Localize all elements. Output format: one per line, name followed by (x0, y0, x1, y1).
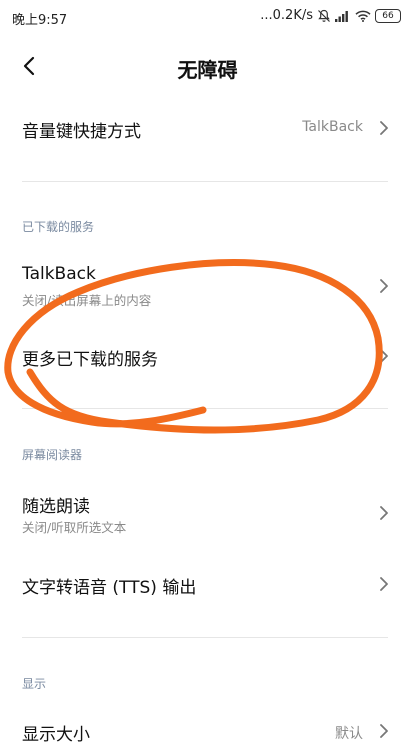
divider (22, 181, 388, 182)
network-speed: ...0.2K/s (260, 8, 313, 23)
row-subtitle: 关闭/读出屏幕上的内容 (22, 293, 152, 308)
section-header-screen-reader: 屏幕阅读器 (22, 448, 83, 462)
row-title: 音量键快捷方式 (22, 122, 141, 142)
divider (22, 408, 388, 409)
section-header-display: 显示 (22, 677, 47, 691)
signal-icon (335, 10, 348, 22)
row-title: TalkBack (22, 264, 96, 284)
status-bar: 晚上9:57 ...0.2K/s 66 (0, 0, 415, 34)
wifi-icon (355, 10, 371, 22)
divider (22, 637, 388, 638)
chevron-right-icon (380, 577, 388, 591)
page-title: 无障碍 (177, 58, 238, 82)
chevron-right-icon (380, 121, 388, 135)
chevron-right-icon (380, 279, 388, 293)
chevron-right-icon (380, 724, 388, 738)
row-title: 文字转语音 (TTS) 输出 (22, 578, 197, 598)
display-size-row[interactable]: 显示大小 默认 (0, 702, 415, 752)
row-value: TalkBack (302, 119, 363, 135)
row-subtitle: 关闭/听取所选文本 (22, 520, 127, 535)
battery-icon: 66 (375, 8, 401, 23)
row-value: 默认 (335, 726, 363, 742)
section-header-downloaded: 已下载的服务 (22, 220, 95, 234)
chevron-right-icon (380, 349, 388, 363)
tts-output-row[interactable]: 文字转语音 (TTS) 输出 (0, 556, 415, 614)
title-bar: 无障碍 (0, 40, 415, 92)
more-downloaded-services-row[interactable]: 更多已下载的服务 (0, 328, 415, 386)
row-title: 显示大小 (22, 725, 90, 745)
talkback-row[interactable]: TalkBack 关闭/读出屏幕上的内容 (0, 254, 415, 318)
chevron-right-icon (380, 506, 388, 520)
status-time: 晚上9:57 (12, 13, 68, 28)
select-to-speak-row[interactable]: 随选朗读 关闭/听取所选文本 (0, 484, 415, 548)
row-title: 更多已下载的服务 (22, 350, 158, 370)
volume-shortcut-row[interactable]: 音量键快捷方式 TalkBack (0, 100, 415, 158)
mute-bell-icon (318, 9, 330, 22)
row-title: 随选朗读 (22, 497, 90, 517)
status-icons: ...0.2K/s 66 (260, 8, 401, 23)
